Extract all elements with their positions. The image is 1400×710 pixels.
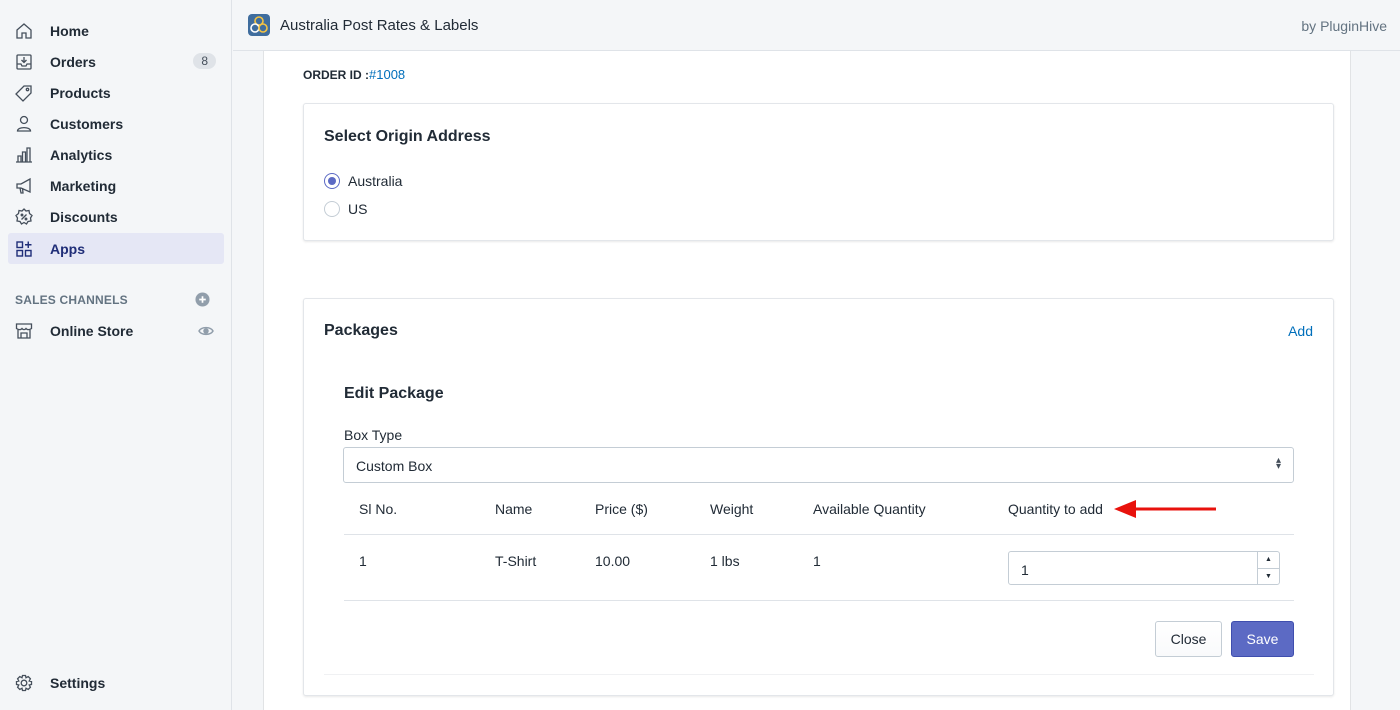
sidebar-item-label: Online Store bbox=[50, 322, 134, 339]
sidebar-item-settings[interactable]: Settings bbox=[8, 667, 224, 698]
sidebar-item-customers[interactable]: Customers bbox=[8, 108, 224, 139]
developer-credit: by PluginHive bbox=[1301, 18, 1387, 34]
sidebar: Home Orders 8 Products Customers Analyti… bbox=[0, 0, 232, 710]
cell-sl-no: 1 bbox=[359, 553, 367, 569]
sidebar-item-label: Customers bbox=[50, 115, 124, 132]
sidebar-item-label: Discounts bbox=[50, 208, 118, 225]
box-type-label: Box Type bbox=[344, 427, 403, 443]
app-logo bbox=[248, 14, 270, 36]
sidebar-item-online-store[interactable]: Online Store bbox=[8, 315, 224, 346]
order-id-link[interactable]: #1008 bbox=[369, 67, 405, 82]
origin-option-australia[interactable]: Australia bbox=[324, 173, 402, 189]
bar-chart-icon bbox=[14, 145, 34, 165]
person-icon bbox=[14, 114, 34, 134]
add-sales-channel-icon[interactable] bbox=[195, 292, 210, 307]
main-content: ORDER ID :#1008 Select Origin Address Au… bbox=[263, 51, 1351, 710]
tag-icon bbox=[14, 83, 34, 103]
origin-address-card: Select Origin Address Australia US bbox=[303, 103, 1334, 241]
radio-us[interactable] bbox=[324, 201, 340, 217]
eye-icon[interactable] bbox=[198, 323, 214, 339]
close-button[interactable]: Close bbox=[1155, 621, 1222, 657]
decrement-icon[interactable]: ▼ bbox=[1258, 568, 1279, 584]
cell-name: T-Shirt bbox=[495, 553, 537, 569]
radio-australia[interactable] bbox=[324, 173, 340, 189]
orders-count-badge: 8 bbox=[193, 53, 216, 69]
table-divider bbox=[344, 600, 1294, 601]
quantity-value: 1 bbox=[1021, 562, 1029, 578]
increment-icon[interactable]: ▲ bbox=[1258, 552, 1279, 568]
column-header: Sl No. bbox=[359, 501, 398, 517]
order-id: ORDER ID :#1008 bbox=[303, 67, 405, 82]
sidebar-item-label: Products bbox=[50, 84, 111, 101]
app-title: Australia Post Rates & Labels bbox=[280, 17, 479, 34]
card-divider bbox=[324, 674, 1314, 675]
sidebar-item-label: Marketing bbox=[50, 177, 117, 194]
packages-title: Packages bbox=[324, 322, 398, 339]
sidebar-item-marketing[interactable]: Marketing bbox=[8, 170, 224, 201]
home-icon bbox=[14, 21, 34, 41]
column-header: Quantity to add bbox=[1008, 501, 1103, 517]
column-header: Available Quantity bbox=[813, 501, 926, 517]
gear-icon bbox=[14, 673, 34, 693]
megaphone-icon bbox=[14, 176, 34, 196]
order-id-label: ORDER ID : bbox=[303, 68, 369, 82]
sidebar-item-label: Home bbox=[50, 22, 89, 39]
sidebar-item-analytics[interactable]: Analytics bbox=[8, 139, 224, 170]
select-arrows-icon: ▴ ▾ bbox=[1275, 455, 1281, 472]
quantity-stepper[interactable]: 1 ▲ ▼ bbox=[1008, 551, 1280, 585]
app-header: Australia Post Rates & Labels by PluginH… bbox=[233, 0, 1400, 51]
table-divider bbox=[344, 534, 1294, 535]
box-type-value: Custom Box bbox=[356, 458, 433, 474]
store-icon bbox=[14, 321, 34, 341]
cell-weight: 1 lbs bbox=[710, 553, 740, 569]
origin-option-us[interactable]: US bbox=[324, 201, 367, 217]
sidebar-item-label: Orders bbox=[50, 53, 96, 70]
radio-label: US bbox=[348, 201, 368, 217]
save-button[interactable]: Save bbox=[1231, 621, 1294, 657]
edit-package-title: Edit Package bbox=[344, 385, 444, 402]
sidebar-item-orders[interactable]: Orders 8 bbox=[8, 46, 224, 77]
origin-address-title: Select Origin Address bbox=[324, 128, 491, 145]
column-header: Name bbox=[495, 501, 533, 517]
cell-available-quantity: 1 bbox=[813, 553, 821, 569]
packages-card: Packages Add Edit Package Box Type Custo… bbox=[303, 298, 1334, 696]
sidebar-item-label: Analytics bbox=[50, 146, 113, 163]
column-header: Price ($) bbox=[595, 501, 648, 517]
column-header: Weight bbox=[710, 501, 754, 517]
sidebar-item-apps[interactable]: Apps bbox=[8, 233, 224, 264]
quantity-spinner: ▲ ▼ bbox=[1257, 552, 1279, 584]
add-package-link[interactable]: Add bbox=[1288, 323, 1313, 339]
sidebar-item-discounts[interactable]: Discounts bbox=[8, 201, 224, 232]
sidebar-item-label: Settings bbox=[50, 674, 106, 691]
sales-channels-heading: SALES CHANNELS bbox=[15, 293, 128, 307]
radio-label: Australia bbox=[348, 173, 403, 189]
sidebar-item-label: Apps bbox=[50, 240, 85, 257]
orders-icon bbox=[14, 52, 34, 72]
box-type-select[interactable]: Custom Box ▴ ▾ bbox=[343, 447, 1294, 483]
cell-price: 10.00 bbox=[595, 553, 631, 569]
sidebar-item-home[interactable]: Home bbox=[8, 15, 224, 46]
discount-icon bbox=[14, 207, 34, 227]
sidebar-item-products[interactable]: Products bbox=[8, 77, 224, 108]
annotation-arrow-icon bbox=[1114, 500, 1216, 518]
apps-icon bbox=[14, 239, 34, 259]
